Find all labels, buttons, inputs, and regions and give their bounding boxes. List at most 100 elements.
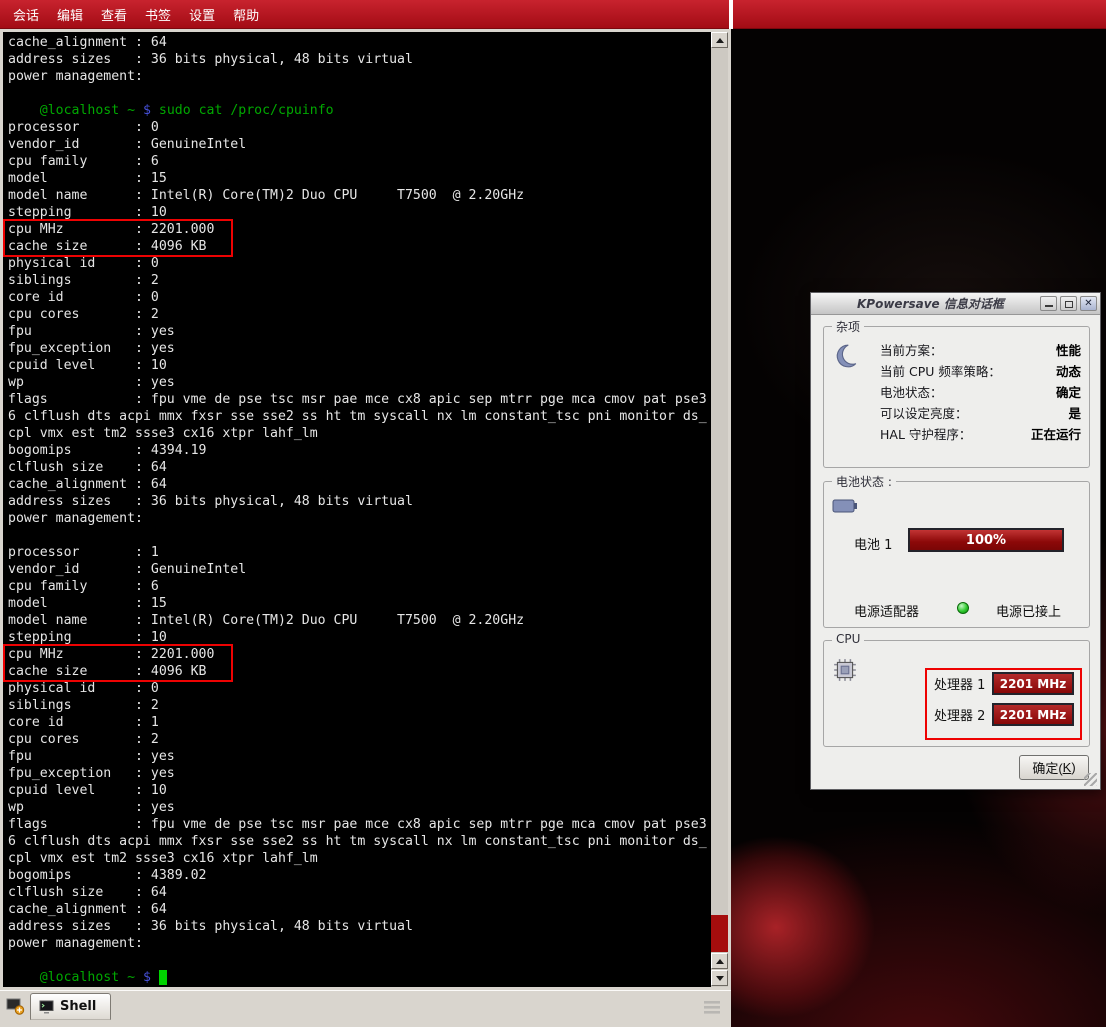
terminal-line: cpu MHz : 2201.000 [8, 646, 711, 663]
battery-label: 电池 1 [854, 534, 892, 553]
ok-button[interactable]: 确定(K) [1019, 755, 1089, 780]
scroll-up-button-bottom[interactable] [711, 953, 728, 969]
cpu-frequency-value: 2201 MHz [1000, 677, 1067, 691]
terminal-line: 6 clflush dts acpi mmx fxsr sse sse2 ss … [8, 833, 711, 850]
menu-item-4[interactable]: 设置 [180, 1, 224, 28]
terminal-line: cpu MHz : 2201.000 [8, 221, 711, 238]
session-list-button[interactable] [700, 995, 724, 1019]
menu-item-2[interactable]: 查看 [92, 1, 136, 28]
group-cpu-title: CPU [832, 632, 864, 646]
terminal-line: power management: [8, 510, 711, 527]
cpu-frequency-bar: 2201 MHz [992, 672, 1074, 695]
terminal-line: cache_alignment : 64 [8, 901, 711, 918]
terminal-tabbar: Shell [0, 990, 731, 1027]
misc-value: 动态 [1056, 361, 1081, 380]
terminal-line: cpl vmx est tm2 ssse3 cx16 xtpr lahf_lm [8, 425, 711, 442]
terminal-screen[interactable]: cache_alignment : 64address sizes : 36 b… [3, 32, 711, 987]
terminal-line: stepping : 10 [8, 204, 711, 221]
menu-item-5[interactable]: 帮助 [224, 1, 268, 28]
terminal-line: cpu family : 6 [8, 578, 711, 595]
terminal-line: fpu : yes [8, 748, 711, 765]
terminal-line [8, 952, 711, 969]
battery-icon [832, 498, 858, 518]
terminal-line: address sizes : 36 bits physical, 48 bit… [8, 493, 711, 510]
scroll-up-button[interactable] [711, 32, 728, 48]
maximize-icon [1065, 301, 1073, 308]
terminal-line: @localhost ~ $ sudo cat /proc/cpuinfo [8, 102, 711, 119]
misc-row: 电池状态：确定 [880, 381, 1081, 402]
adapter-label: 电源适配器 [854, 601, 919, 620]
terminal-line: bogomips : 4389.02 [8, 867, 711, 884]
terminal-line: flags : fpu vme de pse tsc msr pae mce c… [8, 816, 711, 833]
close-button[interactable]: ✕ [1080, 296, 1097, 311]
misc-row: HAL 守护程序：正在运行 [880, 423, 1081, 444]
misc-value: 性能 [1056, 340, 1081, 359]
terminal-menubar: 会话编辑查看书签设置帮助 [0, 0, 729, 29]
misc-label: 可以设定亮度： [880, 403, 968, 422]
menu-item-3[interactable]: 书签 [136, 1, 180, 28]
terminal-line: clflush size : 64 [8, 884, 711, 901]
terminal-scrollbar[interactable] [711, 32, 728, 987]
minimize-button[interactable] [1040, 296, 1057, 311]
menu-item-0[interactable]: 会话 [4, 1, 48, 28]
group-battery: 电池状态 : 电池 1 100% 电源适配器 电源已接上 [823, 481, 1090, 628]
misc-value: 确定 [1056, 382, 1081, 401]
cpu-frequency-bar: 2201 MHz [992, 703, 1074, 726]
terminal-line: fpu_exception : yes [8, 340, 711, 357]
arrow-up-icon [716, 959, 724, 964]
terminal-line [8, 85, 711, 102]
new-session-icon [5, 996, 25, 1016]
cpu-icon [832, 657, 858, 687]
terminal-line: clflush size : 64 [8, 459, 711, 476]
terminal-line: fpu : yes [8, 323, 711, 340]
terminal-line [8, 527, 711, 544]
terminal-line: cpuid level : 10 [8, 357, 711, 374]
resize-grip[interactable] [1084, 773, 1097, 786]
tab-label: Shell [60, 999, 96, 1014]
terminal-line: siblings : 2 [8, 272, 711, 289]
terminal-line: power management: [8, 68, 711, 85]
terminal-line: wp : yes [8, 799, 711, 816]
terminal-line: model name : Intel(R) Core(TM)2 Duo CPU … [8, 612, 711, 629]
terminal-line: cache size : 4096 KB [8, 238, 711, 255]
dialog-titlebar[interactable]: KPowersave 信息对话框 ✕ [811, 293, 1100, 315]
terminal-line: fpu_exception : yes [8, 765, 711, 782]
terminal-line: physical id : 0 [8, 680, 711, 697]
misc-rows: 当前方案：性能当前 CPU 频率策略：动态电池状态：确定可以设定亮度：是HAL … [880, 339, 1081, 444]
scrollbar-red-marker [711, 915, 728, 952]
terminal-line: vendor_id : GenuineIntel [8, 561, 711, 578]
group-cpu: CPU 处理器 12201 MHz处理器 22201 MHz [823, 640, 1090, 747]
redacted-username [8, 103, 40, 118]
terminal-line: model name : Intel(R) Core(TM)2 Duo CPU … [8, 187, 711, 204]
terminal-line: model : 15 [8, 595, 711, 612]
dialog-title: KPowersave 信息对话框 [811, 295, 1040, 312]
terminal-line: processor : 0 [8, 119, 711, 136]
misc-label: 当前方案： [880, 340, 943, 359]
misc-label: 当前 CPU 频率策略： [880, 361, 1001, 380]
terminal-line: core id : 1 [8, 714, 711, 731]
arrow-up-icon [716, 38, 724, 43]
menu-item-1[interactable]: 编辑 [48, 1, 92, 28]
power-adapter-led-icon [957, 602, 969, 614]
kpowersave-dialog: KPowersave 信息对话框 ✕ 杂项 当前方案：性能当前 CPU 频率策略… [810, 292, 1101, 790]
tab-shell[interactable]: Shell [30, 993, 111, 1020]
misc-row: 当前方案： 性能 [880, 339, 1081, 360]
terminal-line: @localhost ~ $ [8, 969, 711, 986]
terminal-output: cache_alignment : 64address sizes : 36 b… [8, 34, 711, 986]
terminal-line: 6 clflush dts acpi mmx fxsr sse sse2 ss … [8, 408, 711, 425]
group-battery-title: 电池状态 : [832, 473, 896, 490]
new-session-button[interactable] [3, 994, 27, 1018]
terminal-line: cpl vmx est tm2 ssse3 cx16 xtpr lahf_lm [8, 850, 711, 867]
terminal-line: cache_alignment : 64 [8, 476, 711, 493]
arrow-down-icon [716, 976, 724, 981]
right-window-titlebar[interactable] [733, 0, 1106, 29]
battery-progressbar: 100% [908, 528, 1064, 552]
cpu-frequency-value: 2201 MHz [1000, 708, 1067, 722]
processor-label: 处理器 1 [934, 674, 988, 693]
scroll-down-button[interactable] [711, 970, 728, 986]
group-misc: 杂项 当前方案：性能当前 CPU 频率策略：动态电池状态：确定可以设定亮度：是H… [823, 326, 1090, 468]
terminal-line: cpuid level : 10 [8, 782, 711, 799]
terminal-line: cache size : 4096 KB [8, 663, 711, 680]
maximize-button[interactable] [1060, 296, 1077, 311]
terminal-line: cpu cores : 2 [8, 731, 711, 748]
